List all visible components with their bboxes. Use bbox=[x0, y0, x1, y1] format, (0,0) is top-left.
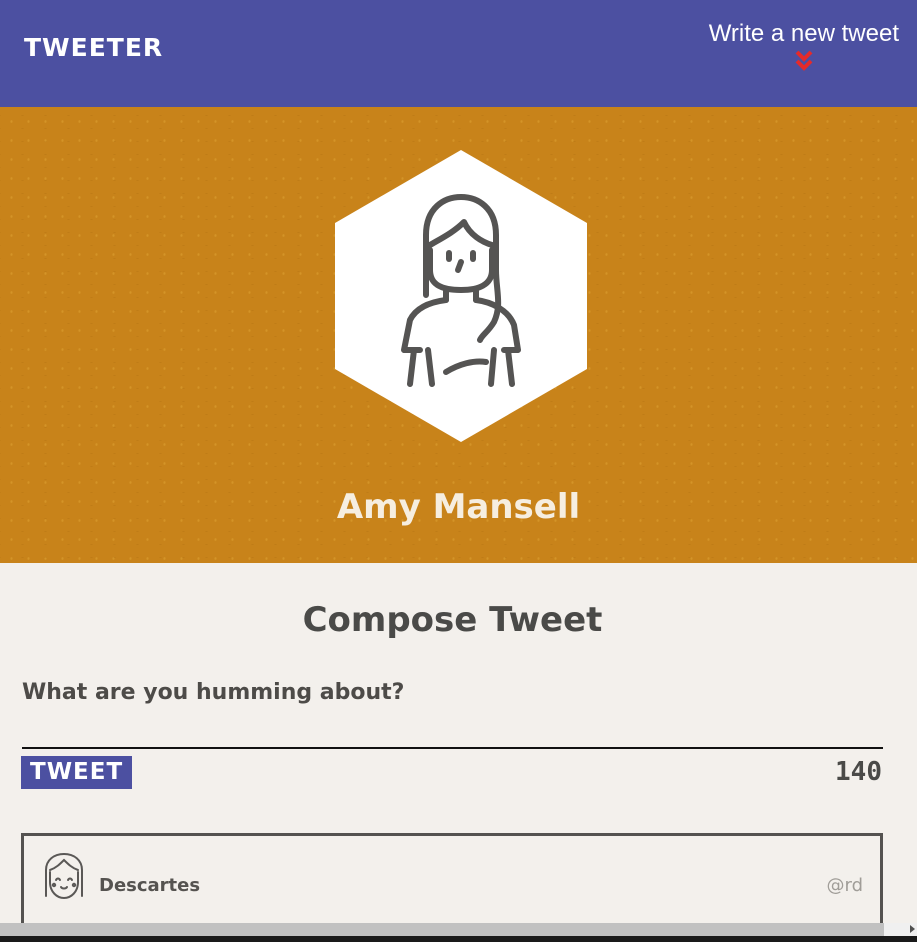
tweet-prompt-label: What are you humming about? bbox=[22, 680, 405, 705]
top-navbar: TWEETER Write a new tweet bbox=[0, 0, 917, 107]
character-counter: 140 bbox=[835, 757, 882, 787]
tweet-author-handle: @rd bbox=[826, 875, 863, 896]
girl-avatar-icon bbox=[45, 852, 83, 900]
tweet-button[interactable]: TWEET bbox=[21, 756, 133, 789]
profile-banner: Amy Mansell bbox=[0, 107, 917, 563]
profile-name: Amy Mansell bbox=[336, 487, 581, 527]
compose-title: Compose Tweet bbox=[302, 600, 603, 640]
tweet-textarea[interactable] bbox=[22, 716, 883, 749]
brand-logo[interactable]: TWEETER bbox=[24, 33, 163, 62]
scroll-right-arrow-icon[interactable] bbox=[910, 925, 915, 933]
window-bottom-edge bbox=[0, 936, 917, 942]
tweet-author-name: Descartes bbox=[99, 875, 201, 896]
scrollbar-thumb[interactable] bbox=[0, 923, 884, 936]
write-new-tweet-label[interactable]: Write a new tweet bbox=[709, 20, 899, 48]
double-chevron-down-icon[interactable] bbox=[794, 50, 814, 72]
profile-avatar bbox=[335, 150, 587, 442]
write-new-tweet-link[interactable]: Write a new tweet bbox=[709, 20, 899, 72]
